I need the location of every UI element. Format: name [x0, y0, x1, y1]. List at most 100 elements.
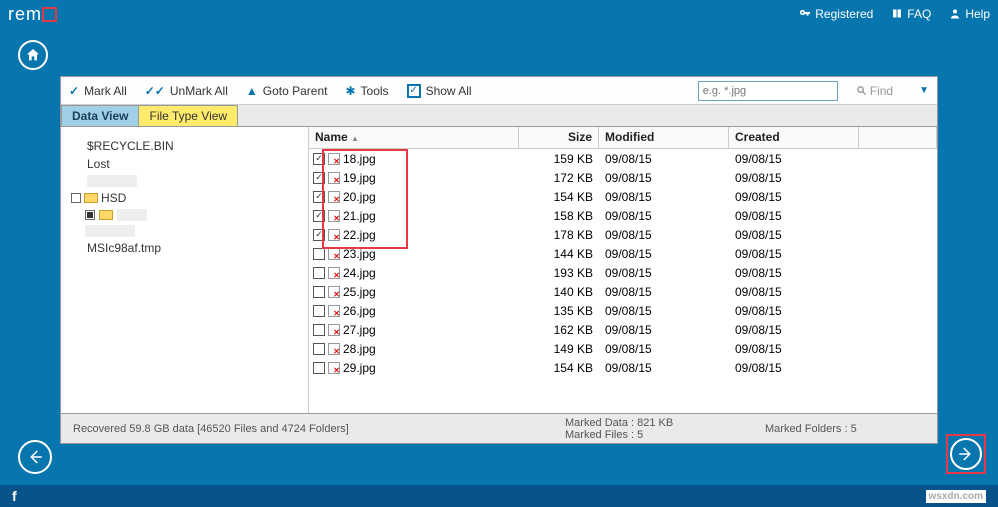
file-icon — [328, 153, 340, 165]
registered-button[interactable]: Registered — [799, 7, 873, 21]
tree-item-blank[interactable] — [67, 173, 302, 189]
file-checkbox[interactable]: ✓ — [313, 229, 325, 241]
show-all-button[interactable]: ✓Show All — [407, 84, 472, 98]
dropdown-toggle[interactable]: ▼ — [919, 85, 929, 96]
person-icon — [949, 8, 961, 20]
folder-icon — [99, 210, 113, 220]
file-row[interactable]: ✓18.jpg159 KB09/08/1509/08/15 — [309, 149, 937, 168]
col-modified-header[interactable]: Modified — [599, 127, 729, 148]
file-modified: 09/08/15 — [599, 285, 729, 299]
col-created-header[interactable]: Created — [729, 127, 859, 148]
find-button[interactable]: Find — [856, 84, 893, 98]
file-name: 24.jpg — [343, 266, 376, 280]
file-created: 09/08/15 — [729, 285, 859, 299]
mark-all-button[interactable]: ✓Mark All — [69, 84, 127, 98]
next-button[interactable] — [946, 434, 986, 474]
book-icon — [891, 8, 903, 20]
file-row[interactable]: 27.jpg162 KB09/08/1509/08/15 — [309, 320, 937, 339]
file-created: 09/08/15 — [729, 171, 859, 185]
file-created: 09/08/15 — [729, 228, 859, 242]
file-icon — [328, 191, 340, 203]
file-checkbox[interactable] — [313, 362, 325, 374]
file-icon — [328, 362, 340, 374]
file-size: 140 KB — [519, 285, 599, 299]
file-size: 135 KB — [519, 304, 599, 318]
file-checkbox[interactable]: ✓ — [313, 153, 325, 165]
home-button[interactable] — [18, 40, 48, 70]
file-row[interactable]: 26.jpg135 KB09/08/1509/08/15 — [309, 301, 937, 320]
file-modified: 09/08/15 — [599, 209, 729, 223]
file-modified: 09/08/15 — [599, 266, 729, 280]
status-marked-data: Marked Data : 821 KB Marked Files : 5 — [565, 417, 765, 441]
tab-file-type-view[interactable]: File Type View — [138, 105, 238, 126]
file-icon — [328, 229, 340, 241]
folder-tree[interactable]: $RECYCLE.BIN Lost HSD MSIc98af.tmp — [61, 127, 309, 413]
back-button[interactable] — [18, 440, 52, 474]
file-name: 26.jpg — [343, 304, 376, 318]
file-modified: 09/08/15 — [599, 190, 729, 204]
unmark-all-button[interactable]: ✓✓UnMark All — [145, 84, 228, 98]
file-row[interactable]: ✓19.jpg172 KB09/08/1509/08/15 — [309, 168, 937, 187]
help-button[interactable]: Help — [949, 7, 990, 21]
double-check-icon: ✓✓ — [145, 84, 165, 98]
file-checkbox[interactable]: ✓ — [313, 210, 325, 222]
file-checkbox[interactable] — [313, 248, 325, 260]
file-size: 172 KB — [519, 171, 599, 185]
file-icon — [328, 267, 340, 279]
facebook-icon[interactable]: f — [12, 488, 17, 504]
file-modified: 09/08/15 — [599, 152, 729, 166]
col-size-header[interactable]: Size — [519, 127, 599, 148]
file-size: 193 KB — [519, 266, 599, 280]
file-checkbox[interactable]: ✓ — [313, 191, 325, 203]
file-icon — [328, 305, 340, 317]
tree-item-tmp[interactable]: MSIc98af.tmp — [67, 239, 302, 257]
checkbox-partial-icon[interactable] — [85, 210, 95, 220]
tree-item-hsd[interactable]: HSD — [67, 189, 302, 207]
tree-item-recycle[interactable]: $RECYCLE.BIN — [67, 137, 302, 155]
file-modified: 09/08/15 — [599, 247, 729, 261]
checkbox-icon[interactable] — [71, 193, 81, 203]
file-created: 09/08/15 — [729, 361, 859, 375]
home-icon — [25, 47, 41, 63]
file-row[interactable]: ✓21.jpg158 KB09/08/1509/08/15 — [309, 206, 937, 225]
file-list[interactable]: ✓18.jpg159 KB09/08/1509/08/15✓19.jpg172 … — [309, 149, 937, 392]
col-name-header[interactable]: Name ▲ — [309, 127, 519, 148]
file-created: 09/08/15 — [729, 247, 859, 261]
file-modified: 09/08/15 — [599, 228, 729, 242]
file-size: 158 KB — [519, 209, 599, 223]
file-row[interactable]: 24.jpg193 KB09/08/1509/08/15 — [309, 263, 937, 282]
file-checkbox[interactable] — [313, 324, 325, 336]
file-created: 09/08/15 — [729, 342, 859, 356]
file-checkbox[interactable] — [313, 343, 325, 355]
file-row[interactable]: 29.jpg154 KB09/08/1509/08/15 — [309, 358, 937, 377]
file-size: 144 KB — [519, 247, 599, 261]
file-checkbox[interactable] — [313, 286, 325, 298]
watermark: wsxdn.com — [926, 490, 986, 503]
tree-item-lost[interactable]: Lost — [67, 155, 302, 173]
file-name: 23.jpg — [343, 247, 376, 261]
file-row[interactable]: 28.jpg149 KB09/08/1509/08/15 — [309, 339, 937, 358]
tree-item-blank2[interactable] — [67, 223, 302, 239]
file-name: 25.jpg — [343, 285, 376, 299]
file-created: 09/08/15 — [729, 190, 859, 204]
goto-parent-button[interactable]: ▲Goto Parent — [246, 84, 328, 98]
folder-icon — [84, 193, 98, 203]
file-row[interactable]: 23.jpg144 KB09/08/1509/08/15 — [309, 244, 937, 263]
faq-button[interactable]: FAQ — [891, 7, 931, 21]
file-row[interactable]: 25.jpg140 KB09/08/1509/08/15 — [309, 282, 937, 301]
search-input[interactable] — [698, 81, 838, 101]
file-checkbox[interactable] — [313, 267, 325, 279]
tools-button[interactable]: ✱Tools — [345, 84, 388, 98]
file-checkbox[interactable] — [313, 305, 325, 317]
arrow-left-icon — [26, 448, 44, 466]
file-checkbox[interactable]: ✓ — [313, 172, 325, 184]
tree-item-sub[interactable] — [67, 207, 302, 223]
file-size: 162 KB — [519, 323, 599, 337]
status-recovered: Recovered 59.8 GB data [46520 Files and … — [73, 423, 565, 435]
gear-icon: ✱ — [345, 84, 355, 98]
file-icon — [328, 248, 340, 260]
file-row[interactable]: ✓20.jpg154 KB09/08/1509/08/15 — [309, 187, 937, 206]
file-row[interactable]: ✓22.jpg178 KB09/08/1509/08/15 — [309, 225, 937, 244]
key-icon — [799, 8, 811, 20]
tab-data-view[interactable]: Data View — [61, 105, 139, 126]
